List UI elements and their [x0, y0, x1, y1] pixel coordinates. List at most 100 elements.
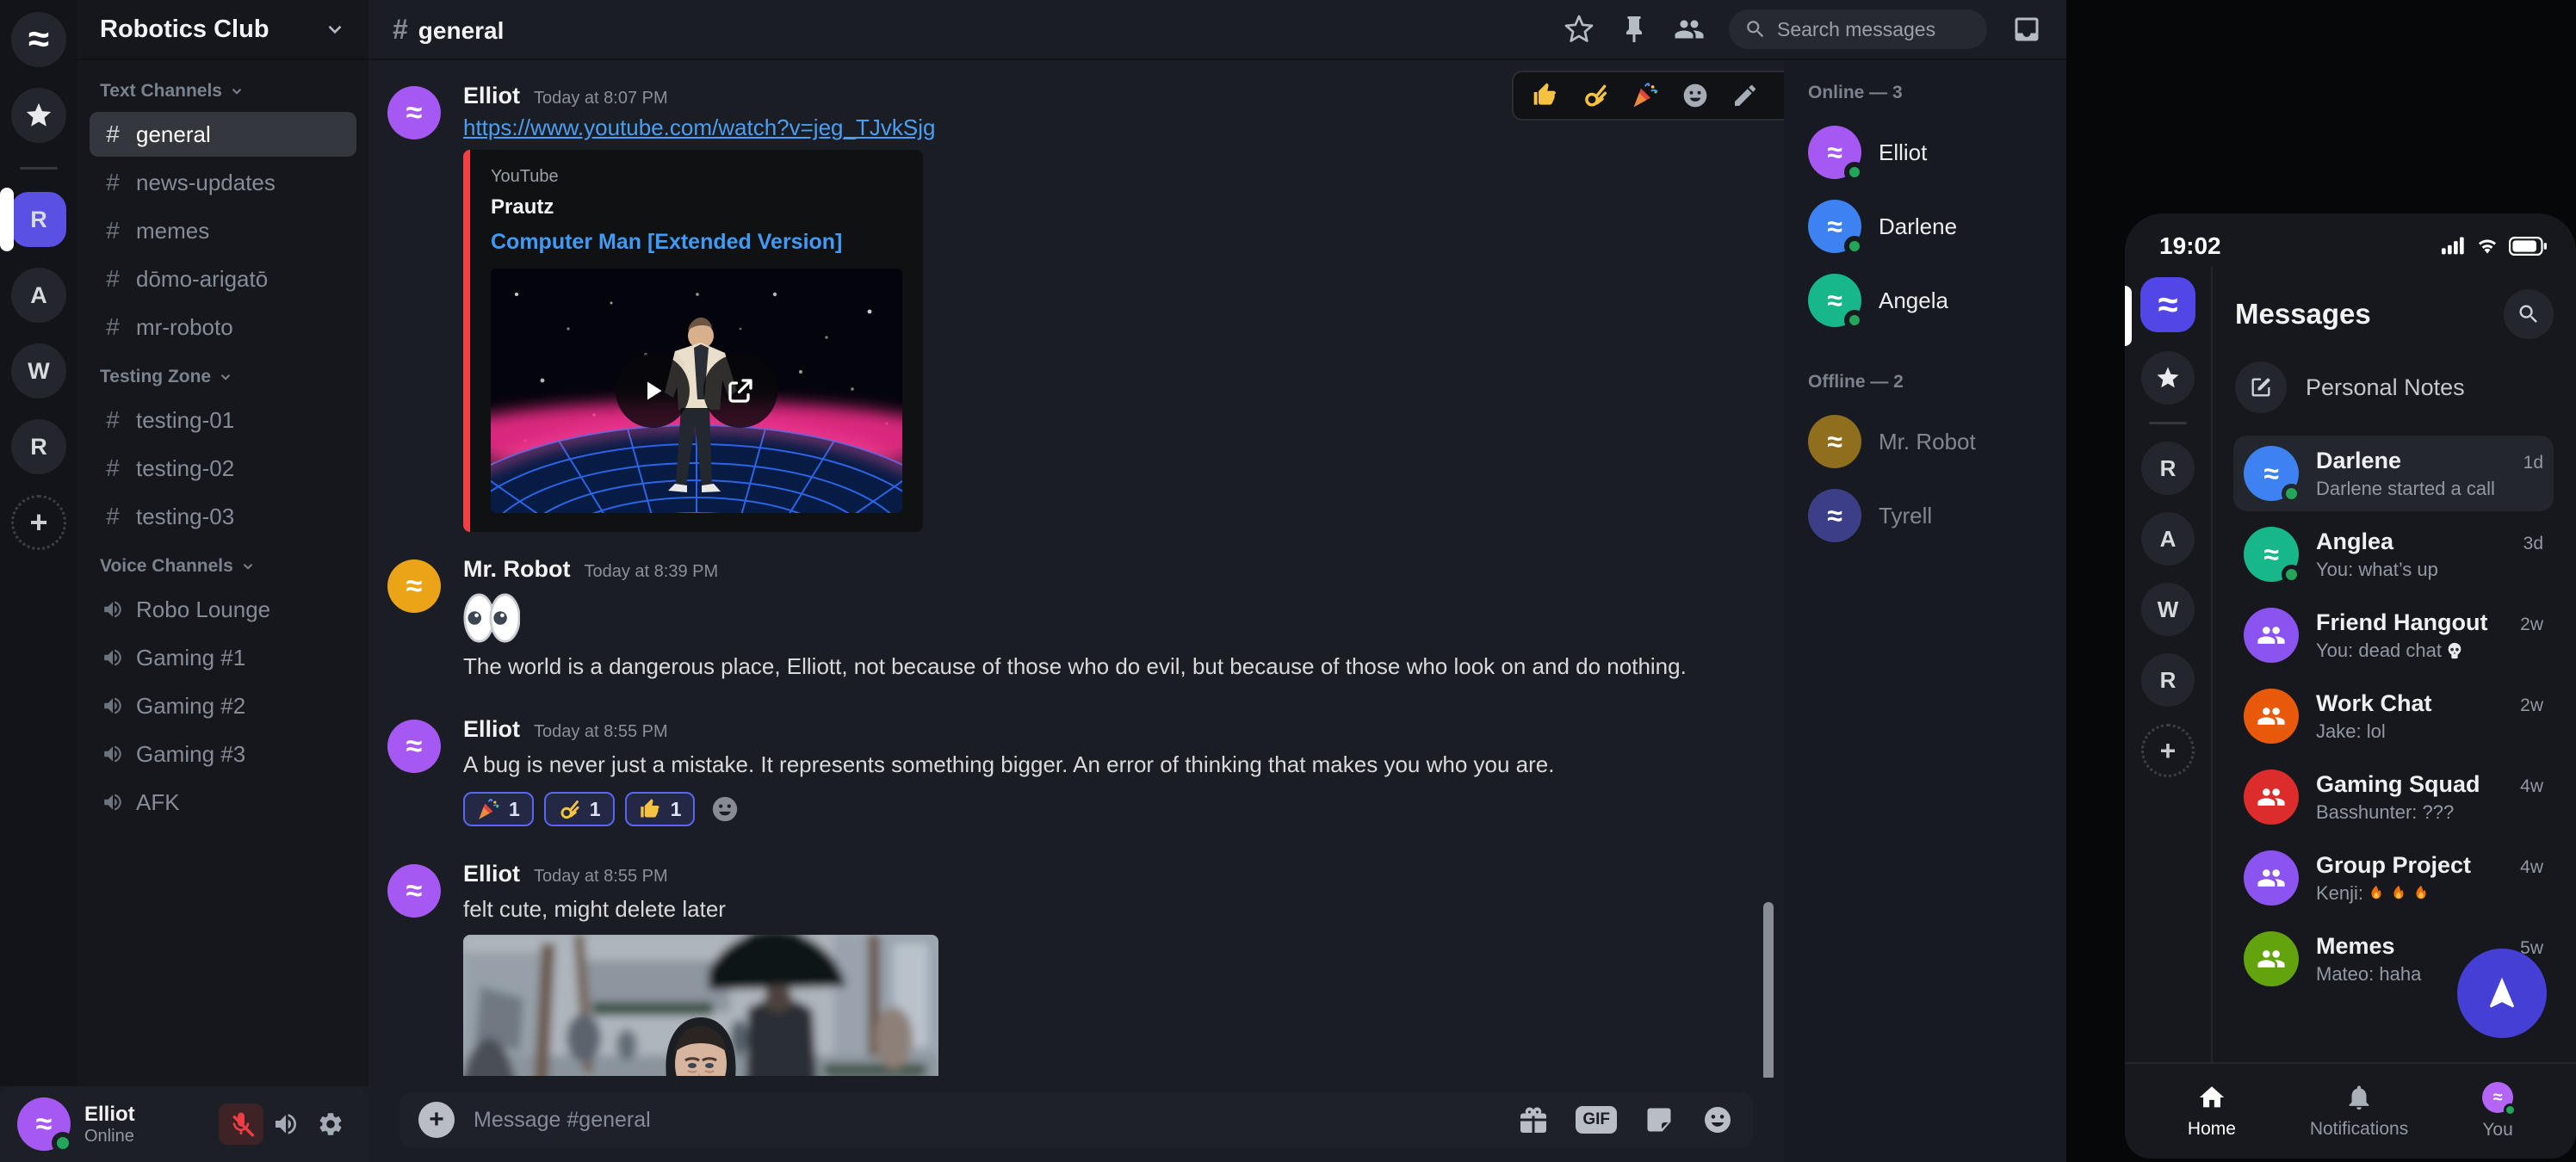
server-initial: R [30, 207, 47, 233]
self-avatar[interactable]: ≈ [17, 1097, 71, 1151]
section-testing-zone[interactable]: Testing Zone [90, 367, 356, 387]
server-icon-a[interactable]: A [11, 268, 66, 323]
message-author[interactable]: Elliot [463, 861, 520, 887]
chat-row-darlene[interactable]: ≈ Darlene Darlene started a call 1d [2233, 436, 2554, 511]
voice-afk[interactable]: AFK [90, 780, 356, 825]
channel-mr-roboto[interactable]: #mr-roboto [90, 305, 356, 349]
mobile-server-a[interactable]: A [2141, 512, 2195, 566]
voice-robo-lounge[interactable]: Robo Lounge [90, 587, 356, 632]
pinned-messages-button[interactable] [1619, 14, 1650, 45]
message-author[interactable]: Elliot [463, 83, 520, 109]
channel-testing-02[interactable]: #testing-02 [90, 446, 356, 491]
nav-home[interactable]: Home [2188, 1083, 2236, 1140]
voice-gaming-3[interactable]: Gaming #3 [90, 732, 356, 776]
server-icon-robotics-club[interactable]: R [11, 192, 66, 247]
chat-scrollbar[interactable] [1763, 902, 1774, 1081]
online-status-dot [1844, 162, 1865, 182]
mobile-search-button[interactable] [2504, 289, 2554, 339]
attach-file-button[interactable]: + [418, 1102, 455, 1138]
settings-button[interactable] [308, 1103, 353, 1145]
member-angela[interactable]: ≈ Angela [1803, 267, 2047, 334]
reaction-ok-hand[interactable]: 1 [544, 792, 615, 826]
chat-row-gaming-squad[interactable]: Gaming Squad Basshunter: ??? 4w [2233, 759, 2554, 835]
channel-news-updates[interactable]: #news-updates [90, 160, 356, 205]
youtube-link[interactable]: https://www.youtube.com/watch?v=jeg_TJvk… [463, 114, 935, 141]
mobile-favorites-button[interactable] [2141, 351, 2195, 405]
gift-button[interactable] [1517, 1103, 1550, 1136]
message-author[interactable]: Elliot [463, 716, 520, 743]
member-list-button[interactable] [1674, 14, 1705, 45]
voice-gaming-2[interactable]: Gaming #2 [90, 683, 356, 728]
channel-domo-arigato[interactable]: #dōmo-arigatō [90, 257, 356, 301]
speaker-icon [102, 646, 124, 669]
attachment-image[interactable] [463, 935, 938, 1076]
mobile-server-r[interactable]: R [2141, 442, 2195, 495]
chat-row-anglea[interactable]: ≈ Anglea You: what’s up 3d [2233, 516, 2554, 592]
mobile-app-home-button[interactable]: ≈ [2140, 277, 2195, 332]
app-home-button[interactable]: ≈ [11, 12, 66, 67]
favorite-channel-button[interactable] [1564, 14, 1595, 45]
video-thumbnail[interactable] [491, 269, 902, 513]
avatar[interactable]: ≈ [387, 559, 441, 613]
screen: ≈ R A W R + Robotics Club Text Channels [0, 0, 2576, 1162]
play-button[interactable] [616, 354, 690, 428]
message-author[interactable]: Mr. Robot [463, 556, 570, 583]
emoji-picker-button[interactable] [1701, 1103, 1734, 1136]
phone-mockup: 19:02 ≈ R A W R + Messages [2125, 213, 2576, 1159]
add-server-button[interactable]: + [11, 495, 66, 550]
avatar[interactable]: ≈ [387, 720, 441, 773]
voice-gaming-1[interactable]: Gaming #1 [90, 635, 356, 680]
embed-provider: YouTube [491, 167, 902, 187]
mute-mic-button[interactable] [219, 1103, 263, 1145]
inbox-button[interactable] [2011, 14, 2042, 45]
wave-avatar-glyph: ≈ [1827, 137, 1842, 169]
reaction-thumbs-up[interactable]: 1 [625, 792, 696, 826]
member-darlene[interactable]: ≈ Darlene [1803, 193, 2047, 260]
mobile-add-server-button[interactable]: + [2141, 724, 2195, 777]
open-external-button[interactable] [703, 354, 777, 428]
chat-row-work-chat[interactable]: Work Chat Jake: lol 2w [2233, 678, 2554, 754]
mobile-server-r2[interactable]: R [2141, 653, 2195, 707]
avatar[interactable]: ≈ [387, 864, 441, 918]
edit-message-button[interactable] [1731, 81, 1760, 110]
quick-react-party-popper[interactable] [1631, 81, 1660, 110]
favorites-button[interactable] [11, 88, 66, 143]
server-icon-w[interactable]: W [11, 343, 66, 399]
embed-author[interactable]: Prautz [491, 195, 902, 219]
quick-react-thumbs-up[interactable] [1531, 81, 1560, 110]
sticker-button[interactable] [1643, 1103, 1675, 1136]
mobile-server-w[interactable]: W [2141, 583, 2195, 636]
smiley-icon [1702, 1104, 1733, 1135]
message-input[interactable] [474, 1108, 1505, 1133]
server-header[interactable]: Robotics Club [77, 0, 368, 60]
people-icon [1674, 14, 1705, 45]
section-text-channels[interactable]: Text Channels [90, 81, 356, 102]
search-bar[interactable] [1729, 9, 1987, 49]
chat-row-group-project[interactable]: Group Project Kenji: 4w [2233, 840, 2554, 916]
new-message-fab[interactable] [2457, 949, 2547, 1038]
section-voice-channels[interactable]: Voice Channels [90, 556, 356, 577]
channel-label: AFK [136, 789, 180, 816]
member-mr-robot[interactable]: ≈ Mr. Robot [1803, 408, 2047, 475]
reaction-party-popper[interactable]: 1 [463, 792, 534, 826]
add-reaction-button[interactable] [1681, 81, 1710, 110]
chat-row-friend-hangout[interactable]: Friend Hangout You: dead chat 2w [2233, 597, 2554, 673]
nav-notifications[interactable]: Notifications [2310, 1083, 2408, 1140]
avatar[interactable]: ≈ [387, 86, 441, 139]
member-elliot[interactable]: ≈ Elliot [1803, 119, 2047, 186]
add-reaction-button[interactable] [710, 794, 740, 824]
deafen-button[interactable] [263, 1103, 308, 1145]
quick-react-ok-hand[interactable] [1581, 81, 1610, 110]
section-label: Voice Channels [100, 556, 233, 577]
search-input[interactable] [1777, 18, 1972, 41]
gif-picker-button[interactable]: GIF [1576, 1106, 1617, 1134]
member-tyrell[interactable]: ≈ Tyrell [1803, 482, 2047, 549]
server-icon-r2[interactable]: R [11, 419, 66, 474]
nav-you[interactable]: ≈ You [2482, 1082, 2513, 1140]
embed-title-link[interactable]: Computer Man [Extended Version] [491, 230, 902, 255]
personal-notes-row[interactable]: Personal Notes [2235, 362, 2554, 413]
channel-testing-01[interactable]: #testing-01 [90, 398, 356, 442]
channel-testing-03[interactable]: #testing-03 [90, 494, 356, 539]
channel-general[interactable]: #general [90, 112, 356, 157]
channel-memes[interactable]: #memes [90, 208, 356, 253]
